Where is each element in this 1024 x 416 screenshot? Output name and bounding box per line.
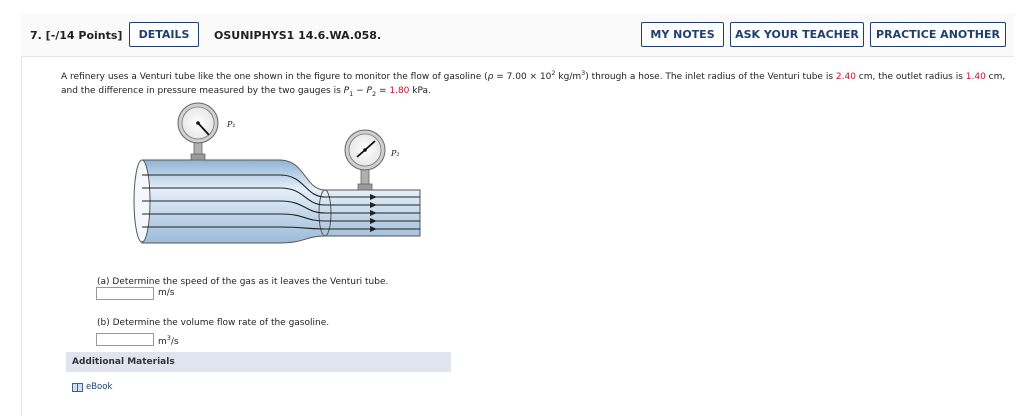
gauge1-label: P₁ [226, 120, 236, 129]
outlet-radius-value: 1.40 [965, 72, 986, 82]
gauge2-label: P₂ [390, 149, 400, 158]
question-number: 7. [-/14 Points] [30, 29, 123, 42]
details-button[interactable]: DETAILS [129, 22, 199, 47]
part-a-prompt: (a) Determine the speed of the gas as it… [97, 277, 389, 287]
problem-statement: A refinery uses a Venturi tube like the … [61, 69, 1006, 98]
part-a-unit: m/s [158, 288, 175, 298]
ebook-link[interactable]: eBook [72, 382, 112, 392]
part-b-answer-input[interactable] [96, 333, 154, 346]
ask-teacher-button[interactable]: ASK YOUR TEACHER [730, 22, 864, 47]
question-code: OSUNIPHYS1 14.6.WA.058. [214, 29, 382, 42]
practice-another-button[interactable]: PRACTICE ANOTHER [870, 22, 1006, 47]
additional-materials-header: Additional Materials [66, 352, 451, 372]
part-b-unit: m3/s [158, 334, 179, 347]
venturi-tube-figure: P₁ P₂ [133, 102, 421, 244]
ebook-label[interactable]: eBook [86, 382, 112, 392]
part-a-answer-input[interactable] [96, 287, 154, 300]
my-notes-button[interactable]: MY NOTES [641, 22, 724, 47]
inlet-radius-value: 2.40 [835, 72, 856, 82]
book-icon [72, 382, 83, 392]
part-b-prompt: (b) Determine the volume flow rate of th… [97, 318, 330, 328]
pressure-difference-value: 1.80 [389, 86, 410, 96]
